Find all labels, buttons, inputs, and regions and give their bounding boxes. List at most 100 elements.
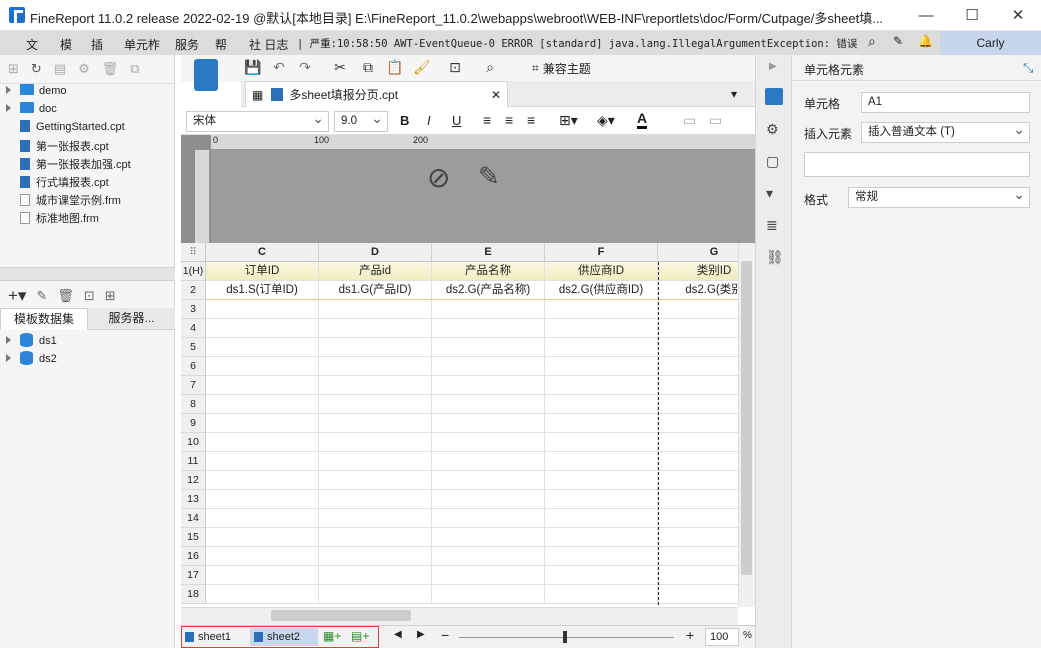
empty-cell[interactable] [432,509,545,528]
row-header[interactable]: 15 [181,528,206,547]
tree-item-demo[interactable]: demo [6,84,67,102]
empty-cell[interactable] [545,357,658,376]
empty-cell[interactable] [432,319,545,338]
zoom-out-icon[interactable]: − [441,627,449,643]
select-all-corner[interactable]: ⠿ [181,243,206,262]
empty-cell[interactable] [432,566,545,585]
empty-cell[interactable] [319,414,432,433]
cell-element-icon[interactable] [765,88,783,105]
template-icon[interactable]: ▤ [54,61,66,77]
vertical-scroll-thumb[interactable] [741,261,752,575]
add-dataset-icon[interactable]: +▾ [8,286,26,306]
row-header[interactable]: 8 [181,395,206,414]
empty-cell[interactable] [432,376,545,395]
edit-icon[interactable]: ✎ [36,288,47,304]
template-type-icon[interactable] [194,59,218,91]
dataset-item-ds1[interactable]: ds1 [6,333,57,351]
empty-cell[interactable] [206,433,319,452]
pencil-icon[interactable]: ✎ [478,161,500,192]
row-header[interactable]: 12 [181,471,206,490]
align-center-icon[interactable]: ≡ [505,112,513,128]
data-cell[interactable]: ds1.S(订单ID) [206,281,319,300]
empty-cell[interactable] [432,433,545,452]
menu-cell[interactable]: 单元柞 [124,36,160,53]
empty-cell[interactable] [319,585,432,604]
row-header[interactable]: 4 [181,319,206,338]
tree-item-file[interactable]: 城市课堂示例.frm [16,192,121,210]
empty-cell[interactable] [319,433,432,452]
empty-cell[interactable] [206,566,319,585]
empty-cell[interactable] [545,433,658,452]
zoom-in-icon[interactable]: + [686,627,694,643]
empty-cell[interactable] [206,395,319,414]
empty-cell[interactable] [319,319,432,338]
copy-icon[interactable]: ⧉ [360,59,376,75]
tab-sheet2[interactable]: sheet2 [250,628,318,646]
menu-insert[interactable]: 插 [91,36,103,53]
empty-cell[interactable] [206,376,319,395]
row-header[interactable]: 11 [181,452,206,471]
empty-cell[interactable] [545,319,658,338]
split-cells-icon[interactable]: ▭ [709,112,722,129]
empty-cell[interactable] [319,509,432,528]
empty-cell[interactable] [206,300,319,319]
empty-cell[interactable] [545,509,658,528]
theme-button[interactable]: ⌗ 兼容主题 [532,58,591,78]
row-header[interactable]: 18 [181,585,206,604]
empty-cell[interactable] [432,338,545,357]
menu-file[interactable]: 文 [26,36,38,53]
empty-cell[interactable] [319,471,432,490]
font-size-select[interactable]: 9.0 [334,109,388,132]
paste-icon[interactable]: 📋 [386,59,403,75]
table-header-cell[interactable]: 供应商ID [545,262,658,281]
element-value-input[interactable] [804,152,1030,177]
row-header[interactable]: 7 [181,376,206,395]
empty-cell[interactable] [432,300,545,319]
row-header[interactable]: 10 [181,433,206,452]
empty-cell[interactable] [432,471,545,490]
scroll-left-icon[interactable]: ◀ [394,629,402,640]
italic-icon[interactable]: I [427,113,431,128]
empty-cell[interactable] [319,528,432,547]
tree-item-file[interactable]: 标准地图.frm [16,210,99,228]
font-family-select[interactable]: 宋体 [186,109,329,132]
redo-icon[interactable]: ↷ [297,59,313,75]
empty-cell[interactable] [206,357,319,376]
close-tab-icon[interactable]: ✕ [491,88,501,102]
row-header[interactable]: 16 [181,547,206,566]
spreadsheet-grid[interactable]: ⠿ C D E F G 1(H) 订单ID 产品id 产品名称 供应商ID 类别… [181,243,755,625]
empty-cell[interactable] [545,395,658,414]
dataset-settings-icon[interactable]: ⊞ [105,288,116,304]
search-template-icon[interactable]: ⌕ [482,59,498,75]
delete-icon[interactable]: 🗑 [102,61,119,77]
empty-cell[interactable] [206,490,319,509]
empty-cell[interactable] [545,338,658,357]
row-header[interactable]: 9 [181,414,206,433]
panel-splitter[interactable] [0,267,175,281]
new-file-icon[interactable]: ⊞ [8,61,19,77]
empty-cell[interactable] [545,414,658,433]
horizontal-scrollbar[interactable] [181,607,738,625]
settings-icon[interactable]: ⚙ [78,61,90,77]
undo-icon[interactable]: ↶ [271,59,287,75]
zoom-slider-thumb[interactable] [563,631,567,643]
column-header[interactable]: E [432,243,545,262]
preview-template-icon[interactable]: ⊡ [447,59,463,75]
empty-cell[interactable] [206,585,319,604]
edit-note-icon[interactable]: ✎ [893,34,903,48]
empty-cell[interactable] [206,471,319,490]
font-color-icon[interactable]: A [637,110,648,129]
cut-icon[interactable]: ✂ [332,59,348,75]
maximize-button[interactable]: ☐ [949,0,995,31]
align-right-icon[interactable]: ≡ [527,112,535,128]
condition-icon[interactable]: ≣ [766,217,778,234]
empty-cell[interactable] [206,319,319,338]
close-window-button[interactable]: ✕ [995,0,1041,31]
cell-input[interactable]: A1 [861,92,1030,113]
table-header-cell[interactable]: 产品名称 [432,262,545,281]
empty-cell[interactable] [432,547,545,566]
empty-cell[interactable] [545,452,658,471]
empty-cell[interactable] [206,452,319,471]
copy-icon[interactable]: ⧉ [130,61,139,77]
bold-icon[interactable]: B [400,113,409,128]
